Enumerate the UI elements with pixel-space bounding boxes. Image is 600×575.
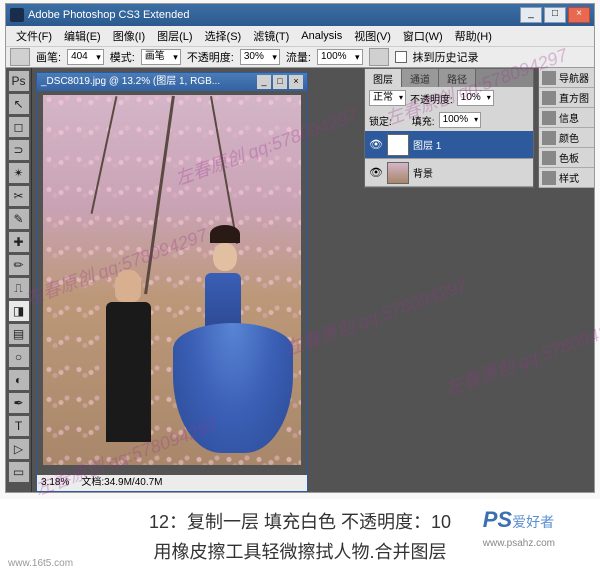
layer-opacity[interactable]: 10%: [457, 90, 494, 106]
erase-history-checkbox[interactable]: [395, 51, 407, 63]
lasso-tool[interactable]: ⊃: [8, 139, 30, 161]
side-navigator[interactable]: 导航器: [539, 68, 594, 88]
heal-tool[interactable]: ✚: [8, 231, 30, 253]
marquee-tool[interactable]: ◻: [8, 116, 30, 138]
pen-tool[interactable]: ✒: [8, 392, 30, 414]
brush-label: 画笔:: [36, 49, 61, 65]
doc-size: 文档:34.9M/40.7M: [81, 475, 162, 491]
mode-label: 模式:: [110, 49, 135, 65]
layer-thumb[interactable]: [387, 162, 409, 184]
eyedropper-tool[interactable]: ✎: [8, 208, 30, 230]
crop-tool[interactable]: ✂: [8, 185, 30, 207]
menu-layer[interactable]: 图层(L): [157, 28, 192, 44]
tab-channels[interactable]: 通道: [402, 69, 439, 87]
doc-title: _DSC8019.jpg @ 13.2% (图层 1, RGB...: [41, 73, 220, 91]
title-bar: Adobe Photoshop CS3 Extended _ □ ×: [6, 4, 594, 26]
app-title: Adobe Photoshop CS3 Extended: [28, 9, 189, 21]
menu-analysis[interactable]: Analysis: [301, 30, 342, 42]
side-swatch[interactable]: 色板: [539, 148, 594, 168]
swatch-icon: [542, 151, 556, 165]
path-tool[interactable]: ▷: [8, 438, 30, 460]
doc-close[interactable]: ×: [289, 75, 303, 89]
eraser-tool[interactable]: ◨: [8, 300, 30, 322]
menu-help[interactable]: 帮助(H): [455, 28, 492, 44]
menu-bar: 文件(F) 编辑(E) 图像(I) 图层(L) 选择(S) 滤镜(T) Anal…: [6, 26, 594, 46]
document-window: _DSC8019.jpg @ 13.2% (图层 1, RGB... _ □ ×…: [36, 72, 308, 492]
photo-man: [98, 270, 158, 445]
doc-maximize[interactable]: □: [273, 75, 287, 89]
layer-name[interactable]: 背景: [413, 165, 433, 180]
blur-tool[interactable]: ○: [8, 346, 30, 368]
erase-history-label: 抹到历史记录: [413, 49, 479, 65]
tab-paths[interactable]: 路径: [439, 69, 476, 87]
opacity-label: 不透明度:: [187, 49, 234, 65]
site-url: www.16t5.com: [8, 558, 73, 569]
histogram-icon: [542, 91, 556, 105]
doc-minimize[interactable]: _: [257, 75, 271, 89]
layer-row-1[interactable]: 👁 图层 1: [365, 131, 533, 159]
canvas[interactable]: [43, 95, 301, 465]
airbrush-icon[interactable]: [369, 48, 389, 66]
options-bar: 画笔: 404 模式: 画笔 不透明度: 30% 流量: 100% 抹到历史记录: [6, 46, 594, 68]
photo-woman: [173, 255, 293, 465]
menu-select[interactable]: 选择(S): [205, 28, 242, 44]
flow-dropdown[interactable]: 100%: [317, 49, 363, 65]
menu-filter[interactable]: 滤镜(T): [253, 28, 289, 44]
fill-label: 填充:: [412, 113, 435, 128]
panels-area: 图层 通道 路径 正常 不透明度: 10% 锁定: 填充: 100%: [364, 68, 594, 492]
visibility-icon[interactable]: 👁: [369, 166, 383, 180]
brush-size-dropdown[interactable]: 404: [67, 49, 104, 65]
tool-preset-icon[interactable]: [10, 48, 30, 66]
visibility-icon[interactable]: 👁: [369, 138, 383, 152]
ps-icon: [10, 8, 24, 22]
close-button[interactable]: ×: [568, 7, 590, 23]
side-histogram[interactable]: 直方图: [539, 88, 594, 108]
zoom-value[interactable]: 3.18%: [41, 475, 69, 491]
fill-value[interactable]: 100%: [439, 112, 482, 128]
ps-home-icon[interactable]: Ps: [8, 70, 30, 92]
layer-name[interactable]: 图层 1: [413, 137, 441, 152]
layer-opacity-label: 不透明度:: [410, 91, 453, 106]
info-icon: [542, 111, 556, 125]
toolbox: Ps ↖ ◻ ⊃ ✴ ✂ ✎ ✚ ✏ ⎍ ◨ ▤ ○ ◐ ✒ T ▷ ▭: [6, 68, 32, 492]
style-icon: [542, 171, 556, 185]
move-tool[interactable]: ↖: [8, 93, 30, 115]
opacity-dropdown[interactable]: 30%: [240, 49, 280, 65]
shape-tool[interactable]: ▭: [8, 461, 30, 483]
wand-tool[interactable]: ✴: [8, 162, 30, 184]
menu-file[interactable]: 文件(F): [16, 28, 52, 44]
mode-dropdown[interactable]: 画笔: [141, 49, 181, 65]
gradient-tool[interactable]: ▤: [8, 323, 30, 345]
navigator-icon: [542, 71, 556, 85]
type-tool[interactable]: T: [8, 415, 30, 437]
menu-image[interactable]: 图像(I): [113, 28, 145, 44]
menu-window[interactable]: 窗口(W): [403, 28, 443, 44]
brush-tool[interactable]: ✏: [8, 254, 30, 276]
blend-mode[interactable]: 正常: [369, 90, 406, 106]
maximize-button[interactable]: □: [544, 7, 566, 23]
side-style[interactable]: 样式: [539, 168, 594, 188]
minimize-button[interactable]: _: [520, 7, 542, 23]
brand-logo: PS爱好者 www.psahz.com: [483, 507, 555, 549]
dodge-tool[interactable]: ◐: [8, 369, 30, 391]
menu-edit[interactable]: 编辑(E): [64, 28, 101, 44]
layer-thumb[interactable]: [387, 134, 409, 156]
stamp-tool[interactable]: ⎍: [8, 277, 30, 299]
layer-row-bg[interactable]: 👁 背景: [365, 159, 533, 187]
flow-label: 流量:: [286, 49, 311, 65]
side-info[interactable]: 信息: [539, 108, 594, 128]
side-color[interactable]: 颜色: [539, 128, 594, 148]
tab-layers[interactable]: 图层: [365, 69, 402, 87]
color-icon: [542, 131, 556, 145]
menu-view[interactable]: 视图(V): [354, 28, 391, 44]
lock-label: 锁定:: [369, 113, 392, 128]
